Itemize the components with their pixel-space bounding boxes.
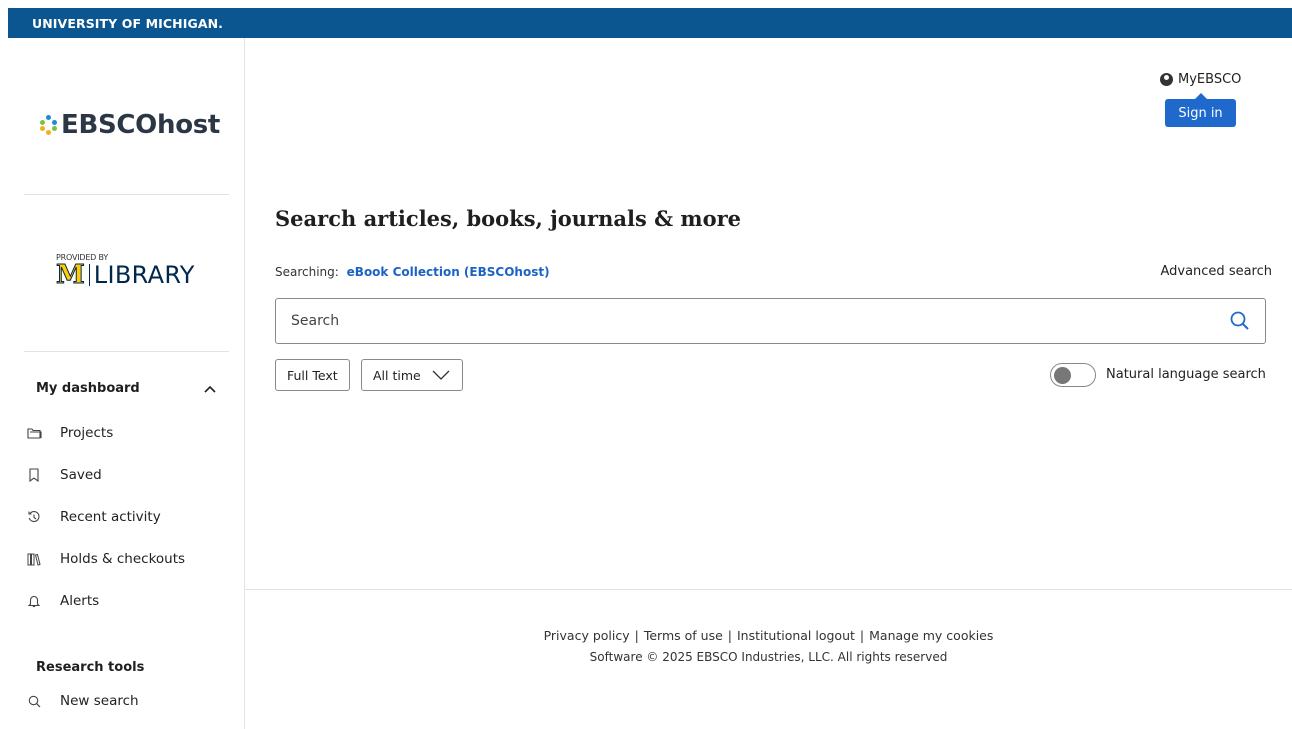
search-icon — [26, 693, 42, 709]
myebsco-label: MyEBSCO — [1178, 72, 1242, 87]
sidebar-item-new-search[interactable]: New search — [26, 693, 139, 709]
university-name: UNIVERSITY OF MICHIGAN. — [32, 16, 224, 31]
ebscohost-logo[interactable]: EBSCOhost — [40, 110, 220, 140]
page-title: Search articles, books, journals & more — [275, 206, 742, 231]
sidebar-divider — [24, 194, 229, 195]
university-bar: UNIVERSITY OF MICHIGAN. — [8, 8, 1292, 38]
search-input[interactable] — [291, 313, 1191, 329]
logo-text: EBSCOhost — [61, 110, 221, 140]
institutional-logout-link[interactable]: Institutional logout — [737, 628, 855, 643]
sidebar-item-label: Alerts — [60, 593, 100, 609]
full-text-filter[interactable]: Full Text — [275, 359, 350, 391]
main-content: MyEBSCO Sign in Search articles, books, … — [245, 38, 1292, 729]
books-icon — [26, 551, 42, 567]
sidebar-item-holds-checkouts[interactable]: Holds & checkouts — [26, 551, 185, 567]
search-button[interactable] — [1229, 310, 1251, 332]
searching-line: Searching: eBook Collection (EBSCOhost) — [275, 265, 550, 279]
sidebar: EBSCOhost PROVIDED BY M LIBRARY My dashb… — [8, 38, 245, 729]
footer-links: Privacy policy | Terms of use | Institutiona… — [543, 628, 994, 643]
copyright-text: Software © 2025 EBSCO Industries, LLC. A… — [589, 650, 948, 664]
ebsco-logo-icon — [40, 115, 58, 135]
dashboard-toggle[interactable]: My dashboard — [36, 381, 216, 396]
terms-of-use-link[interactable]: Terms of use — [644, 628, 723, 643]
sidebar-divider — [24, 351, 229, 352]
app-frame: UNIVERSITY OF MICHIGAN. EBSCOhost PROVID… — [8, 8, 1292, 729]
chevron-down-icon — [432, 370, 450, 380]
library-label: LIBRARY — [93, 261, 195, 289]
user-circle-icon — [1160, 73, 1173, 86]
sign-in-button[interactable]: Sign in — [1165, 93, 1236, 127]
chevron-up-icon — [204, 382, 216, 396]
sidebar-item-label: Recent activity — [60, 509, 161, 525]
sidebar-item-projects[interactable]: Projects — [26, 425, 113, 441]
sidebar-item-label: Holds & checkouts — [60, 551, 186, 567]
bell-icon — [26, 593, 42, 609]
manage-cookies-link[interactable]: Manage my cookies — [869, 628, 993, 643]
sidebar-item-label: Projects — [60, 425, 114, 441]
time-filter-dropdown[interactable]: All time — [361, 359, 463, 391]
database-link[interactable]: eBook Collection (EBSCOhost) — [347, 265, 550, 279]
search-icon — [1230, 311, 1249, 330]
folder-icon — [26, 425, 42, 441]
footer-divider — [245, 589, 1292, 590]
bookmark-icon — [26, 467, 42, 483]
sidebar-item-label: New search — [60, 693, 139, 709]
history-icon — [26, 509, 42, 525]
myebsco-menu[interactable]: MyEBSCO — [1160, 72, 1241, 87]
natural-language-toggle[interactable] — [1050, 363, 1096, 387]
sidebar-item-label: Saved — [60, 467, 102, 483]
logo-separator — [88, 264, 90, 286]
sidebar-item-saved[interactable]: Saved — [26, 467, 102, 483]
dashboard-title: My dashboard — [36, 381, 140, 396]
provider-logo: PROVIDED BY M LIBRARY — [56, 253, 195, 289]
natural-language-label: Natural language search — [1106, 367, 1266, 382]
block-m-logo: M — [56, 260, 86, 290]
time-filter-label: All time — [373, 367, 421, 383]
research-tools-title: Research tools — [36, 660, 145, 675]
sidebar-item-alerts[interactable]: Alerts — [26, 593, 99, 609]
search-box — [275, 298, 1266, 344]
sidebar-item-recent-activity[interactable]: Recent activity — [26, 509, 161, 525]
toggle-knob — [1054, 367, 1071, 384]
privacy-policy-link[interactable]: Privacy policy — [544, 628, 630, 643]
searching-label: Searching: — [275, 265, 339, 279]
advanced-search-link[interactable]: Advanced search — [1160, 264, 1272, 279]
